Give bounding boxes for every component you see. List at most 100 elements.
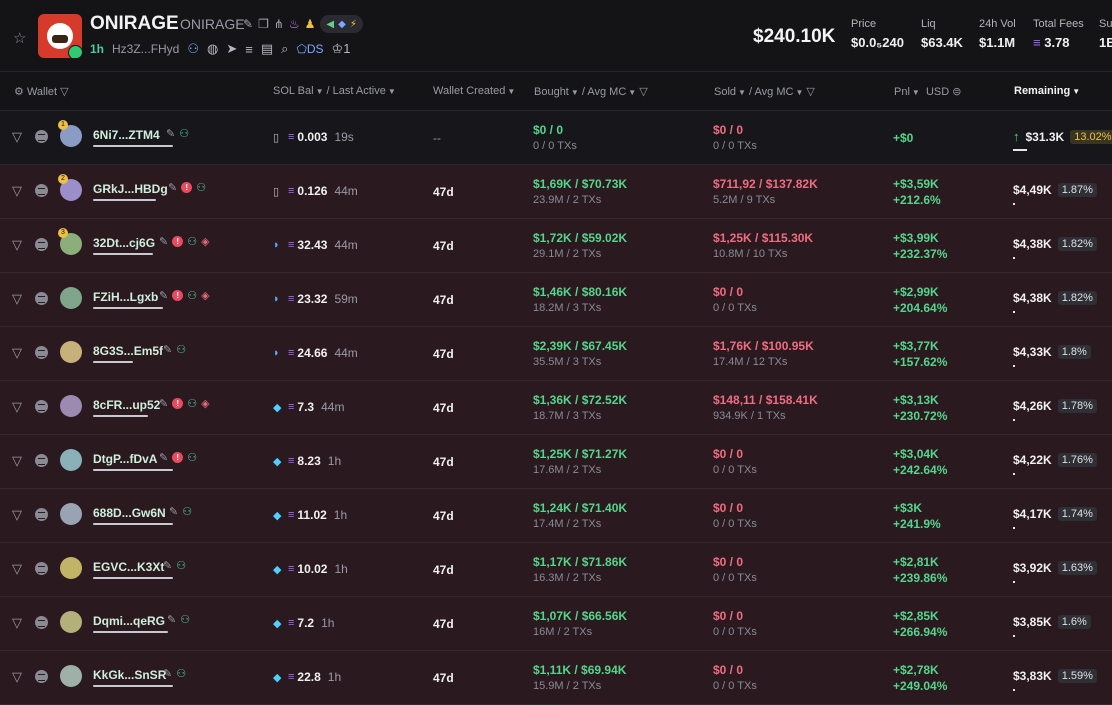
user-check-icon[interactable]: ⚇ [187,289,197,302]
table-row[interactable]: ▽ EGVC...K3Xt ✎ ⚇ ◆ ≡ 10.02 1h 47d $1,17K / $71.8… [0,543,1112,597]
copy-icon[interactable]: ❐ [258,16,269,32]
wallet-address[interactable]: 8cFR...up52 [93,398,160,412]
edit-icon[interactable]: ✎ [159,397,168,410]
col-sol-bal[interactable]: SOL Bal ▼ / Last Active ▼ [273,85,396,97]
pnl-percent: +230.72% [893,409,948,423]
wallet-created: 47d [433,509,454,523]
user-check-icon[interactable]: ⚇ [187,235,197,248]
options-icon[interactable] [35,238,48,251]
table-row[interactable]: ▽ 688D...Gw6N ✎ ⚇ ◆ ≡ 11.02 1h 47d $1,24K / $71.4… [0,489,1112,543]
wallet-address[interactable]: KkGk...SnSR [93,668,166,682]
options-icon[interactable] [35,616,48,629]
table-row[interactable]: ▽ 8G3S...Em5f ✎ ⚇ ◗ ≡ 24.66 44m 47d $2,39K / $67.… [0,327,1112,381]
edit-icon[interactable]: ✎ [167,613,176,626]
user-check-icon[interactable]: ⚇ [176,559,186,572]
filter-icon[interactable]: ▽ [12,561,22,577]
user-check-icon[interactable]: ⚇ [176,343,186,356]
table-row[interactable]: ▽ FZiH...Lgxb ✎! ⚇ ◈ ◗ ≡ 23.32 59m 47d $1,46K / $8… [0,273,1112,327]
filter-icon[interactable]: ▽ [12,615,22,631]
user-check-icon[interactable]: ⚇ [180,613,190,626]
table-row[interactable]: ▽ 1 6Ni7...ZTM4 ✎ ⚇ ▯ ≡ 0.003 19s -- $0 / 00 / 0 T… [0,111,1112,165]
table-row[interactable]: ▽ Dqmi...qeRG ✎ ⚇ ◆ ≡ 7.2 1h 47d $1,07K / $66.56K… [0,597,1112,651]
filter-icon[interactable]: ▽ [60,86,68,98]
col-pnl[interactable]: Pnl ▼ USD ⊜ [894,85,961,98]
filter-icon[interactable]: ▽ [12,237,22,253]
wallet-address[interactable]: Dqmi...qeRG [93,614,165,628]
edit-icon[interactable]: ✎ [163,343,172,356]
remaining-cell: $4,49K 1.87% [1013,183,1097,197]
telegram-icon[interactable]: ➤ [226,41,237,57]
filter-icon[interactable]: ▽ [12,507,22,523]
filter-icon[interactable]: ▽ [806,86,814,98]
comment-icon[interactable]: ▤ [261,41,273,57]
table-row[interactable]: ▽ 2 GRkJ...HBDg ✎! ⚇ ▯ ≡ 0.126 44m 47d $1,69K / $7… [0,165,1112,219]
stat-supply: Su 1B [1099,18,1112,50]
bought-amount: $1,36K / $72.52K [533,393,628,407]
options-icon[interactable] [35,346,48,359]
wallet-address[interactable]: FZiH...Lgxb [93,290,158,304]
options-icon[interactable] [35,670,48,683]
filter-icon[interactable]: ▽ [12,453,22,469]
menu-icon[interactable]: ≡ [245,42,253,57]
wallet-address[interactable]: 688D...Gw6N [93,506,166,520]
wallet-address[interactable]: EGVC...K3Xt [93,560,164,574]
user-check-icon[interactable]: ⚇ [187,397,197,410]
filter-icon[interactable]: ▽ [12,399,22,415]
dexscreener-link[interactable]: ⬠DS [296,42,323,56]
edit-icon[interactable]: ✎ [166,127,175,140]
currency-toggle-icon[interactable]: ⊜ [952,86,961,98]
edit-icon[interactable]: ✎ [169,505,178,518]
col-bought[interactable]: Bought ▼ / Avg MC ▼ ▽ [534,85,648,98]
user-icon[interactable]: ⚇ [187,41,199,57]
token-address[interactable]: Hz3Z...FHyd [112,42,179,56]
col-remaining[interactable]: Remaining ▼ [1014,85,1080,97]
wallet-address[interactable]: 32Dt...cj6G [93,236,155,250]
wallet-address[interactable]: 6Ni7...ZTM4 [93,128,160,142]
options-icon[interactable] [35,400,48,413]
user-check-icon[interactable]: ⚇ [196,181,206,194]
user-check-icon[interactable]: ⚇ [187,451,197,464]
user-check-icon[interactable]: ⚇ [176,667,186,680]
table-row[interactable]: ▽ DtgP...fDvA ✎! ⚇ ◆ ≡ 8.23 1h 47d $1,25K / $71.2… [0,435,1112,489]
table-row[interactable]: ▽ 3 32Dt...cj6G ✎! ⚇ ◈ ◗ ≡ 32.43 44m 47d $1,72K / $… [0,219,1112,273]
share-icon[interactable]: ⋔ [274,16,284,32]
remaining-bar [1013,203,1015,205]
crown-icon[interactable]: ♔1 [332,41,351,57]
edit-icon[interactable]: ✎ [159,289,168,302]
options-icon[interactable] [35,454,48,467]
edit-icon[interactable]: ✎ [163,667,172,680]
wallet-created: 47d [433,401,454,415]
wallet-address[interactable]: 8G3S...Em5f [93,344,163,358]
col-sold[interactable]: Sold ▼ / Avg MC ▼ ▽ [714,85,815,98]
edit-icon[interactable]: ✎ [163,559,172,572]
filter-icon[interactable]: ▽ [639,86,647,98]
star-icon[interactable]: ☆ [13,29,26,47]
filter-icon[interactable]: ▽ [12,345,22,361]
edit-icon[interactable]: ✎ [168,181,177,194]
edit-icon[interactable]: ✎ [159,451,168,464]
edit-icon[interactable]: ✎ [159,235,168,248]
table-row[interactable]: ▽ KkGk...SnSR ✎ ⚇ ◆ ≡ 22.8 1h 47d $1,11K / $69.94… [0,651,1112,705]
col-wallet-created[interactable]: Wallet Created ▼ [433,85,515,97]
user-check-icon[interactable]: ⚇ [182,505,192,518]
col-wallet[interactable]: ⚙ Wallet ▽ [14,85,69,98]
globe-icon[interactable]: ◍ [207,41,218,57]
table-row[interactable]: ▽ 8cFR...up52 ✎! ⚇ ◈ ◆ ≡ 7.3 44m 47d $1,36K / $72.… [0,381,1112,435]
options-icon[interactable] [35,562,48,575]
wallet-address[interactable]: GRkJ...HBDg [93,182,168,196]
options-icon[interactable] [35,130,48,143]
filter-icon[interactable]: ▽ [12,669,22,685]
settings-icon[interactable]: ⚙ [14,86,24,98]
search-icon[interactable]: ⌕ [281,41,288,57]
filter-icon[interactable]: ▽ [12,129,22,145]
edit-icon[interactable]: ✎ [243,16,253,32]
options-icon[interactable] [35,292,48,305]
user-check-icon[interactable]: ⚇ [179,127,189,140]
options-icon[interactable] [35,184,48,197]
wallet-address[interactable]: DtgP...fDvA [93,452,157,466]
options-icon[interactable] [35,508,48,521]
filter-icon[interactable]: ▽ [12,291,22,307]
layers-icon: ◈ [201,236,210,248]
filter-icon[interactable]: ▽ [12,183,22,199]
bought-txs: 17.4M / 2 TXs [533,518,602,530]
